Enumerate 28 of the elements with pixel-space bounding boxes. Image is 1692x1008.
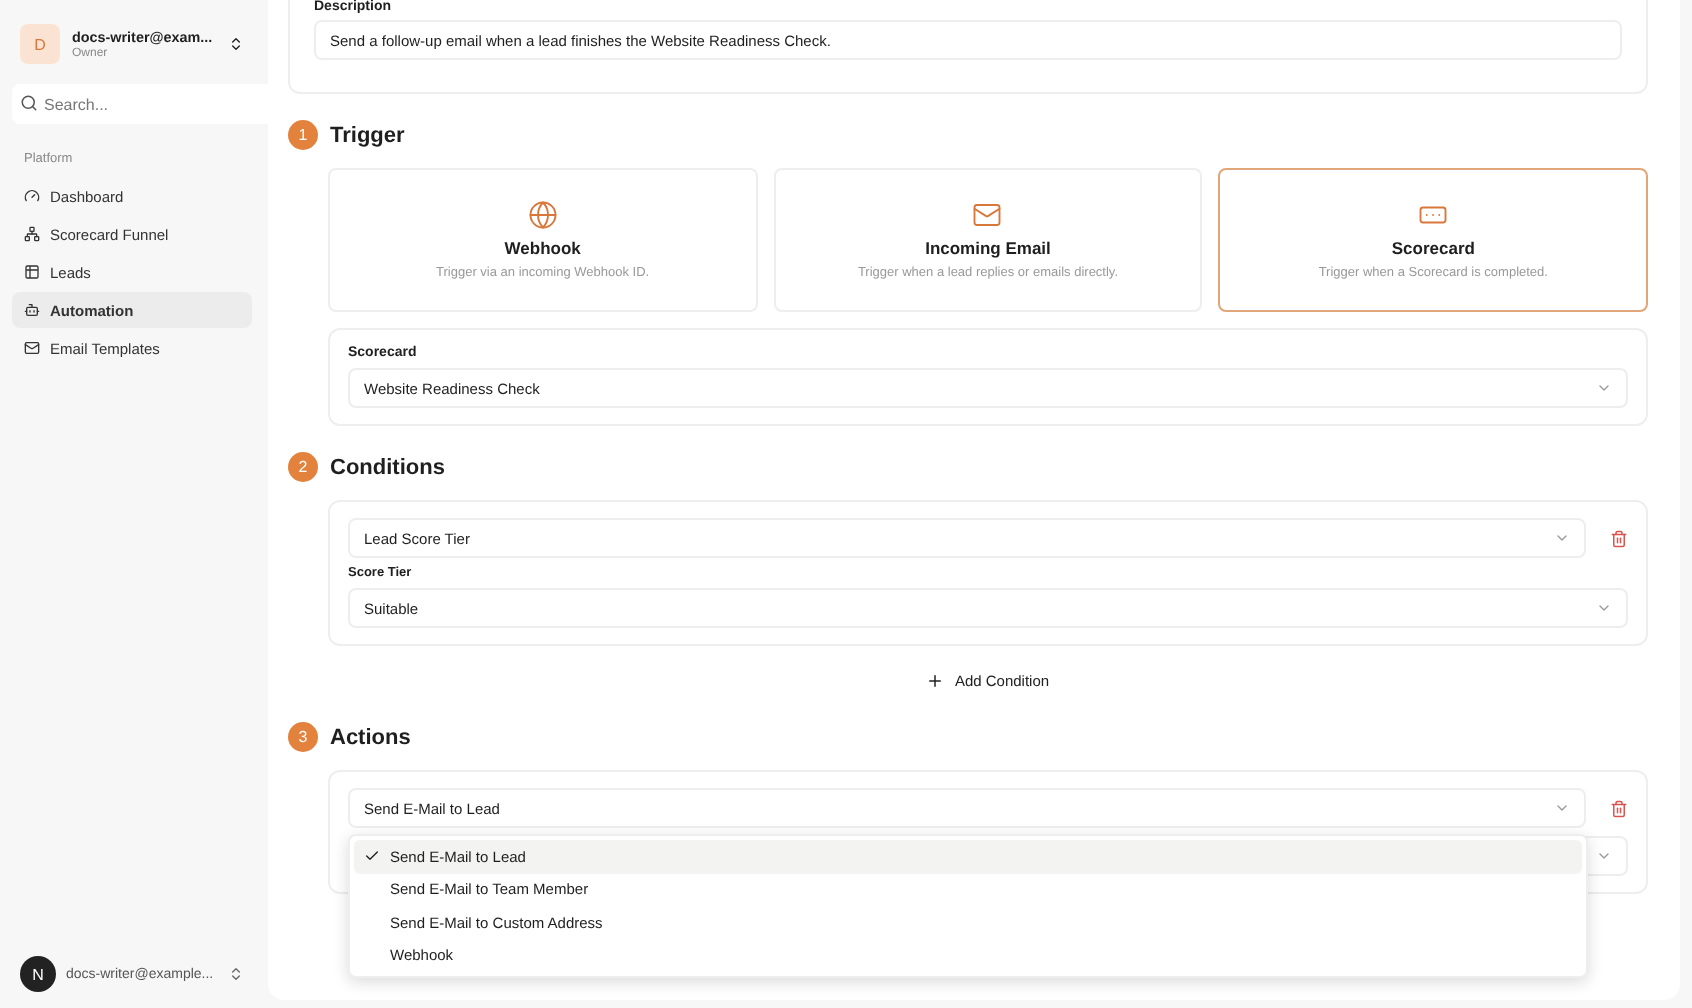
- section-title: Actions: [330, 725, 411, 749]
- chevron-down-icon: [1596, 848, 1612, 864]
- delete-icon[interactable]: [1610, 529, 1628, 547]
- search-field[interactable]: Search...: [12, 84, 272, 124]
- network-icon: [24, 226, 40, 242]
- chevrons-icon: [228, 36, 244, 52]
- chevron-down-icon: [1596, 600, 1612, 616]
- step-number: 3: [288, 722, 318, 752]
- plus-icon: [926, 672, 945, 690]
- section-title: Trigger: [330, 123, 405, 147]
- search-icon: [20, 94, 38, 112]
- section-title: Conditions: [330, 455, 445, 479]
- globe-icon: [527, 200, 558, 230]
- table-icon: [24, 264, 40, 280]
- chevron-down-icon: [1554, 530, 1570, 546]
- chevron-down-icon: [1554, 800, 1570, 816]
- step-number: 1: [288, 120, 318, 150]
- robot-icon: [24, 302, 40, 318]
- delete-icon[interactable]: [1610, 799, 1628, 817]
- check-icon: [364, 848, 380, 865]
- chevrons-icon: [228, 966, 244, 982]
- avatar: D: [20, 24, 60, 64]
- step-number: 2: [288, 452, 318, 482]
- avatar: N: [20, 956, 56, 992]
- mail-icon: [972, 200, 1003, 230]
- mail-icon: [24, 340, 40, 356]
- gauge-icon: [24, 188, 40, 204]
- chevron-down-icon: [1596, 380, 1612, 396]
